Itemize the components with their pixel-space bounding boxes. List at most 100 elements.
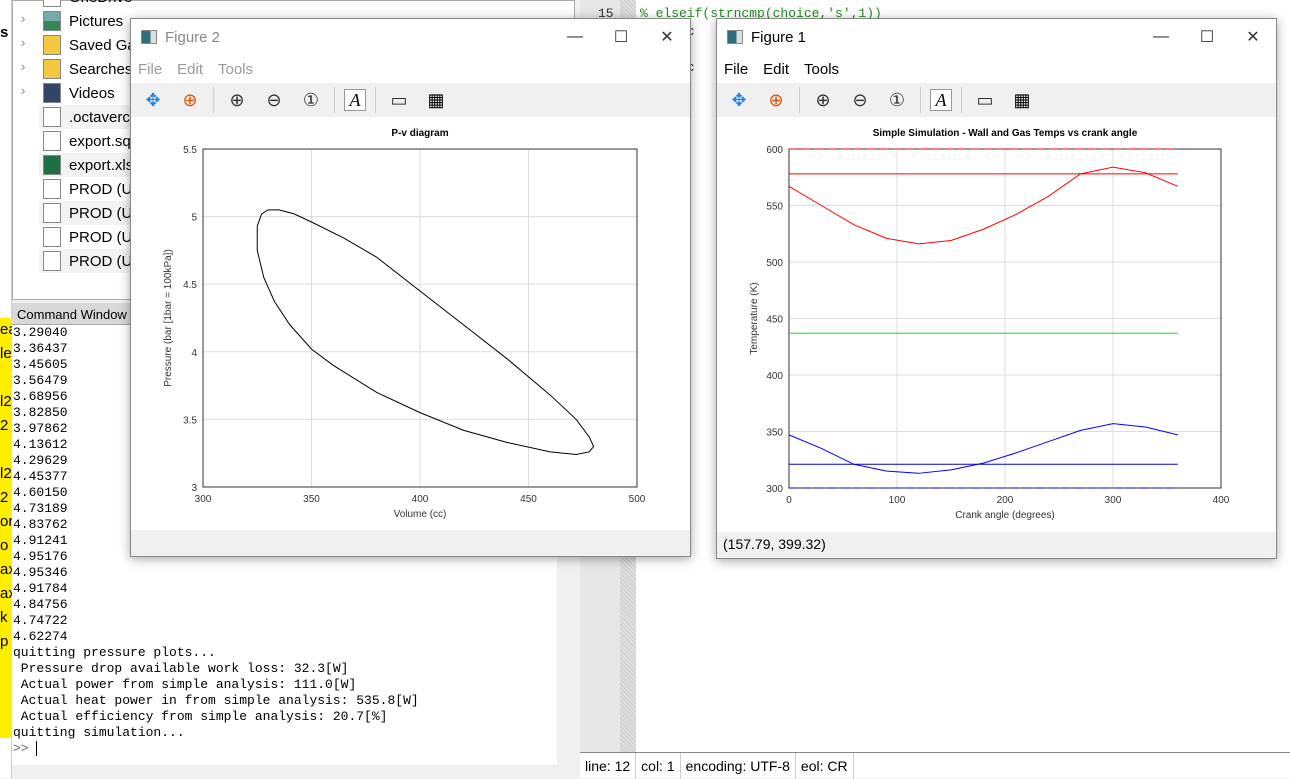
grid-icon[interactable]: ▦ (1008, 86, 1036, 114)
file-label: Videos (69, 84, 115, 102)
pv-chart[interactable]: 300 350 400 450 500 3 3.5 4 4.5 5 5.5 P-v diagram Vo… (131, 119, 690, 529)
maximize-button[interactable]: ☐ (1184, 19, 1230, 55)
menu-tools[interactable]: Tools (804, 61, 839, 78)
chevron-right-icon[interactable]: › (21, 59, 25, 74)
y-tick-label: 600 (766, 145, 783, 156)
menu-file[interactable]: File (138, 61, 162, 78)
y-tick-label: 350 (766, 428, 783, 439)
zoom-out-icon[interactable]: ⊖ (846, 86, 874, 114)
file-icon (43, 203, 61, 223)
file-label: .octaverc (69, 108, 130, 126)
chevron-right-icon[interactable]: › (21, 35, 25, 50)
file-label: export.xls (69, 156, 134, 174)
figure-toolbar: ✥ ⊕ ⊕ ⊖ ① A ▭ ▦ (131, 83, 690, 117)
x-tick-label: 300 (1105, 495, 1122, 506)
output-line: Actual efficiency from simple analysis: … (13, 709, 388, 724)
file-label: Pictures (69, 12, 124, 30)
toolbar-separator (799, 87, 800, 113)
chevron-right-icon[interactable]: › (21, 83, 25, 98)
text-icon[interactable]: A (344, 89, 366, 111)
zoom-in-icon[interactable]: ⊕ (809, 86, 837, 114)
zoom-in-icon[interactable]: ⊕ (223, 86, 251, 114)
text-icon[interactable]: A (930, 89, 952, 111)
rotate-icon[interactable]: ⊕ (176, 86, 204, 114)
chevron-right-icon[interactable]: › (21, 11, 25, 26)
horizontal-scrollbar[interactable] (12, 765, 557, 778)
y-axis-label: Pressure (bar [1bar = 100kPa]) (163, 249, 174, 387)
y-axis-label: Temperature (K) (749, 282, 760, 354)
col-value: 1 (666, 757, 675, 774)
y-tick-label: 550 (766, 202, 783, 213)
pan-icon[interactable]: ✥ (139, 86, 167, 114)
series-line (256, 209, 595, 456)
window-title: Figure 1 (751, 28, 807, 46)
grid-icon[interactable]: ▦ (422, 86, 450, 114)
folder-icon (43, 11, 61, 31)
file-icon (43, 227, 61, 247)
close-button[interactable]: ✕ (1230, 19, 1276, 55)
y-tick-label: 3 (191, 483, 197, 494)
output-line: quitting pressure plots... (13, 645, 216, 660)
cursor-coordinates: (157.79, 399.32) (723, 536, 826, 552)
minimize-button[interactable]: — (1138, 19, 1184, 55)
text-fragment: or (0, 513, 12, 530)
output-line: 4.91784 (13, 581, 68, 596)
file-item[interactable]: OneDrive (39, 0, 149, 9)
x-tick-label: 300 (195, 494, 212, 505)
title-bar[interactable]: Figure 1 — ☐ ✕ (717, 19, 1276, 55)
y-tick-label: 4 (191, 348, 197, 359)
file-icon (43, 179, 61, 199)
output-line: 4.95346 (13, 565, 68, 580)
x-tick-label: 0 (786, 495, 792, 506)
title-bar[interactable]: Figure 2 — ☐ ✕ (131, 19, 690, 55)
menu-bar: File Edit Tools (131, 55, 690, 83)
chart-title: P-v diagram (391, 128, 448, 139)
file-label: PROD (Ur (69, 204, 138, 222)
file-label: PROD (Ur (69, 252, 138, 270)
chevron-right-icon[interactable]: › (21, 0, 25, 2)
rotate-icon[interactable]: ⊕ (762, 86, 790, 114)
output-line: quitting simulation... (13, 725, 185, 740)
text-fragment: s (0, 24, 9, 41)
file-label: Searches (69, 60, 133, 78)
folder-icon (43, 0, 61, 7)
close-button[interactable]: ✕ (644, 19, 690, 55)
x-tick-label: 100 (889, 495, 906, 506)
file-icon (43, 251, 61, 271)
menu-file[interactable]: File (724, 61, 748, 78)
text-fragment: ax (0, 561, 12, 578)
minimize-button[interactable]: — (552, 19, 598, 55)
zoom-reset-icon[interactable]: ① (297, 86, 325, 114)
line-value: 12 (614, 757, 631, 774)
file-icon (43, 131, 61, 151)
encoding-value: UTF-8 (750, 757, 790, 774)
figure-toolbar: ✥ ⊕ ⊕ ⊖ ① A ▭ ▦ (717, 83, 1276, 117)
temperature-chart[interactable]: 0 100 200 300 400 300 350 400 450 500 550 600 Simple… (717, 119, 1276, 529)
file-label: PROD (Ur (69, 180, 138, 198)
file-icon (43, 107, 61, 127)
text-fragment: l2 (0, 465, 12, 482)
legend-icon[interactable]: ▭ (971, 86, 999, 114)
menu-tools[interactable]: Tools (218, 61, 253, 78)
text-fragment: 2 (0, 489, 9, 506)
output-line: 4.62274 (13, 629, 68, 644)
legend-icon[interactable]: ▭ (385, 86, 413, 114)
zoom-reset-icon[interactable]: ① (883, 86, 911, 114)
toolbar-separator (920, 87, 921, 113)
maximize-button[interactable]: ☐ (598, 19, 644, 55)
zoom-out-icon[interactable]: ⊖ (260, 86, 288, 114)
text-fragment (0, 366, 12, 390)
y-tick-label: 5.5 (183, 145, 197, 156)
encoding-label: encoding: UTF-8 (681, 752, 796, 779)
file-label: export.sq (69, 132, 131, 150)
output-line: 4.84756 (13, 597, 68, 612)
folder-icon (43, 35, 61, 55)
pan-icon[interactable]: ✥ (725, 86, 753, 114)
menu-edit[interactable]: Edit (177, 61, 203, 78)
menu-edit[interactable]: Edit (763, 61, 789, 78)
x-tick-label: 400 (1213, 495, 1230, 506)
output-line: Actual heat power in from simple analysi… (13, 693, 419, 708)
y-tick-label: 3.5 (183, 415, 197, 426)
status-bar: line: 12 col: 1 encoding: UTF-8 eol: CR (580, 752, 1290, 779)
command-prompt[interactable]: >> (13, 741, 557, 757)
